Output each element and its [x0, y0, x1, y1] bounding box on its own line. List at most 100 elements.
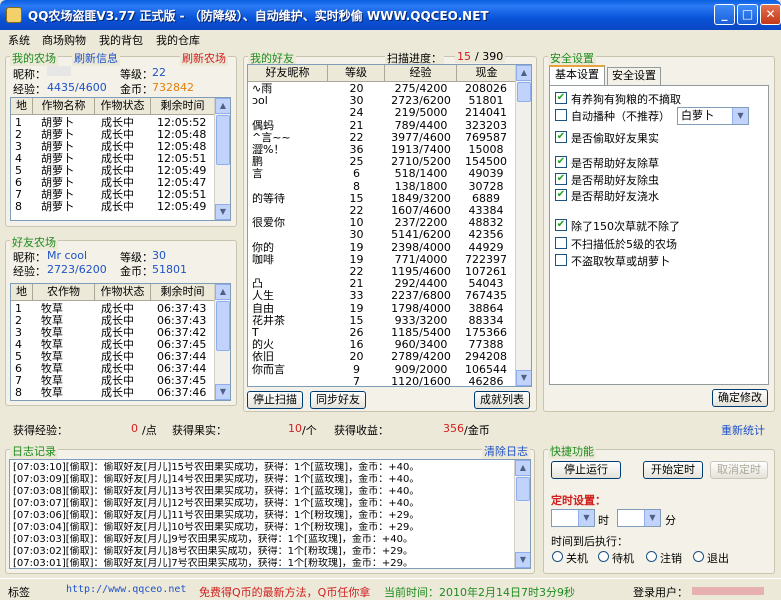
friends-list[interactable]: 好友昵称 等级 经验 现金 ∿雨 20 275/4200 208026 ɔol 30 272… [247, 64, 532, 387]
table-row[interactable]: 2 胡萝卜 成长中 12:05:48 [11, 129, 215, 141]
scroll-thumb[interactable] [216, 301, 230, 351]
table-row[interactable]: 的等待 15 1849/3200 6889 [248, 193, 516, 205]
table-row[interactable]: 很爱你 10 237/2200 48832 [248, 217, 516, 229]
scroll-up-icon[interactable]: ▲ [515, 460, 530, 476]
maximize-button[interactable]: □ [737, 4, 758, 25]
option-checkbox[interactable] [555, 237, 567, 249]
table-row[interactable]: 你而言 9 909/2000 106544 [248, 364, 516, 376]
col-crop-name[interactable]: 作物名称 [33, 98, 95, 115]
table-row[interactable]: T 26 1185/5400 175366 [248, 327, 516, 339]
refresh-farm-link[interactable]: 刷新农场 [180, 50, 228, 66]
table-row[interactable]: 22 1607/4600 43384 [248, 205, 516, 217]
my-farm-scrollbar[interactable]: ▲ ▼ [214, 98, 230, 220]
table-row[interactable]: 3 胡萝卜 成长中 12:05:48 [11, 141, 215, 153]
table-row[interactable]: 6 牧草 成长中 06:37:44 [11, 363, 215, 375]
menu-backpack[interactable]: 我的背包 [99, 32, 143, 48]
radio-logoff[interactable] [646, 551, 657, 562]
scroll-down-icon[interactable]: ▼ [516, 370, 531, 386]
friend-farm-scrollbar[interactable]: ▲ ▼ [214, 284, 230, 400]
tab-security-settings[interactable]: 安全设置 [607, 67, 661, 85]
table-row[interactable]: 你的 19 2398/4000 44929 [248, 242, 516, 254]
stop-scan-button[interactable]: 停止扫描 [247, 391, 303, 409]
refresh-info-link[interactable]: 刷新信息 [72, 50, 120, 66]
scroll-down-icon[interactable]: ▼ [215, 384, 230, 400]
table-row[interactable]: 5 牧草 成长中 06:37:44 [11, 351, 215, 363]
scroll-up-icon[interactable]: ▲ [215, 98, 230, 114]
table-row[interactable]: 8 138/1800 30728 [248, 181, 516, 193]
minute-select[interactable]: ▼ [617, 509, 661, 527]
tab-basic-settings[interactable]: 基本设置 [549, 65, 605, 85]
seed-select[interactable]: 白萝卜 ▼ [677, 107, 749, 125]
clear-log-link[interactable]: 清除日志 [482, 443, 530, 459]
scroll-up-icon[interactable]: ▲ [516, 65, 531, 81]
chevron-down-icon[interactable]: ▼ [644, 510, 660, 526]
menu-warehouse[interactable]: 我的仓库 [156, 32, 200, 48]
confirm-settings-button[interactable]: 确定修改 [712, 389, 768, 407]
achievements-button[interactable]: 成就列表 [474, 391, 530, 409]
table-row[interactable]: 咖啡 19 771/4000 722397 [248, 254, 516, 266]
chevron-down-icon[interactable]: ▼ [732, 108, 748, 124]
table-row[interactable]: 1 牧草 成长中 06:37:43 [11, 303, 215, 315]
table-row[interactable]: 偶蚂 21 789/4400 323203 [248, 120, 516, 132]
col-cash[interactable]: 现金 [457, 65, 517, 82]
option-checkbox[interactable]: ✔ [555, 219, 567, 231]
radio-shutdown[interactable] [552, 551, 563, 562]
table-row[interactable]: 4 牧草 成长中 06:37:45 [11, 339, 215, 351]
option-checkbox[interactable]: ✔ [555, 92, 567, 104]
start-timer-button[interactable]: 开始定时 [643, 461, 703, 479]
table-row[interactable]: 人生 33 2237/6800 767435 [248, 290, 516, 302]
table-row[interactable]: 5 胡萝卜 成长中 12:05:49 [11, 165, 215, 177]
table-row[interactable]: 8 胡萝卜 成长中 12:05:49 [11, 201, 215, 213]
option-checkbox[interactable]: ✔ [555, 173, 567, 185]
col-crop-status[interactable]: 作物状态 [95, 98, 151, 115]
close-button[interactable]: ✕ [760, 4, 781, 25]
table-row[interactable]: 花井茶 15 933/3200 88334 [248, 315, 516, 327]
table-row[interactable]: 1 胡萝卜 成长中 12:05:52 [11, 117, 215, 129]
table-row[interactable]: 24 219/5000 214041 [248, 107, 516, 119]
option-checkbox[interactable] [555, 254, 567, 266]
scroll-thumb[interactable] [517, 82, 531, 102]
col-plot[interactable]: 地 [11, 98, 33, 115]
table-row[interactable]: 凸 21 292/4400 54043 [248, 278, 516, 290]
option-checkbox[interactable]: ✔ [555, 156, 567, 168]
scroll-down-icon[interactable]: ▼ [215, 204, 230, 220]
friend-farm-crop-list[interactable]: 地 农作物 作物状态 剩余时间 1 牧草 成长中 06:37:43 2 牧草 成长中 06:3… [10, 283, 231, 401]
table-row[interactable]: 依旧 20 2789/4200 294208 [248, 351, 516, 363]
my-farm-crop-list[interactable]: 地 作物名称 作物状态 剩余时间 1 胡萝卜 成长中 12:05:52 2 胡萝卜 成长中 1… [10, 97, 231, 221]
table-row[interactable]: 8 牧草 成长中 06:37:46 [11, 387, 215, 399]
option-checkbox[interactable] [555, 109, 567, 121]
scroll-down-icon[interactable]: ▼ [515, 552, 530, 568]
table-row[interactable]: 7 胡萝卜 成长中 12:05:51 [11, 189, 215, 201]
sync-friends-button[interactable]: 同步好友 [310, 391, 366, 409]
cancel-timer-button[interactable]: 取消定时 [710, 461, 768, 479]
col-remaining-time[interactable]: 剩余时间 [151, 284, 215, 301]
log-list[interactable]: [07:03:10][偷取]：偷取好友[月儿]15号农田果实成功，获得：1个[蓝… [9, 459, 531, 569]
promo-link[interactable]: 免费得Q币的最新方法，Q币任你拿 [199, 584, 370, 600]
reset-stats-link[interactable]: 重新统计 [721, 422, 765, 438]
table-row[interactable]: 的火 16 960/3400 77388 [248, 339, 516, 351]
table-row[interactable]: 澀%！ 36 1913/7400 15008 [248, 144, 516, 156]
table-row[interactable]: 言 6 518/1400 49039 [248, 168, 516, 180]
menu-shop[interactable]: 商场购物 [42, 32, 86, 48]
option-checkbox[interactable]: ✔ [555, 131, 567, 143]
option-checkbox[interactable]: ✔ [555, 189, 567, 201]
website-link[interactable]: http://www.qqceo.net [66, 584, 186, 595]
scroll-thumb[interactable] [516, 477, 530, 501]
stop-run-button[interactable]: 停止运行 [551, 461, 621, 479]
table-row[interactable]: 7 牧草 成长中 06:37:45 [11, 375, 215, 387]
col-level[interactable]: 等级 [328, 65, 385, 82]
menu-system[interactable]: 系统 [8, 32, 30, 48]
col-friend-nickname[interactable]: 好友昵称 [248, 65, 328, 82]
col-exp[interactable]: 经验 [385, 65, 457, 82]
radio-standby[interactable] [598, 551, 609, 562]
table-row[interactable]: ^言~~ 22 3977/4600 769587 [248, 132, 516, 144]
log-scrollbar[interactable]: ▲ ▼ [514, 460, 530, 568]
table-row[interactable]: 自由 19 1798/4000 38864 [248, 303, 516, 315]
table-row[interactable]: 3 牧草 成长中 06:37:42 [11, 327, 215, 339]
title-bar[interactable]: QQ农场盗匪V3.77 正式版 - （防降级）、自动维护、实时秒偷 WWW.QQ… [0, 0, 781, 30]
col-plot[interactable]: 地 [11, 284, 33, 301]
table-row[interactable]: 4 胡萝卜 成长中 12:05:51 [11, 153, 215, 165]
table-row[interactable]: 7 1120/1600 46286 [248, 376, 516, 386]
col-crop[interactable]: 农作物 [33, 284, 95, 301]
hour-select[interactable]: ▼ [551, 509, 595, 527]
